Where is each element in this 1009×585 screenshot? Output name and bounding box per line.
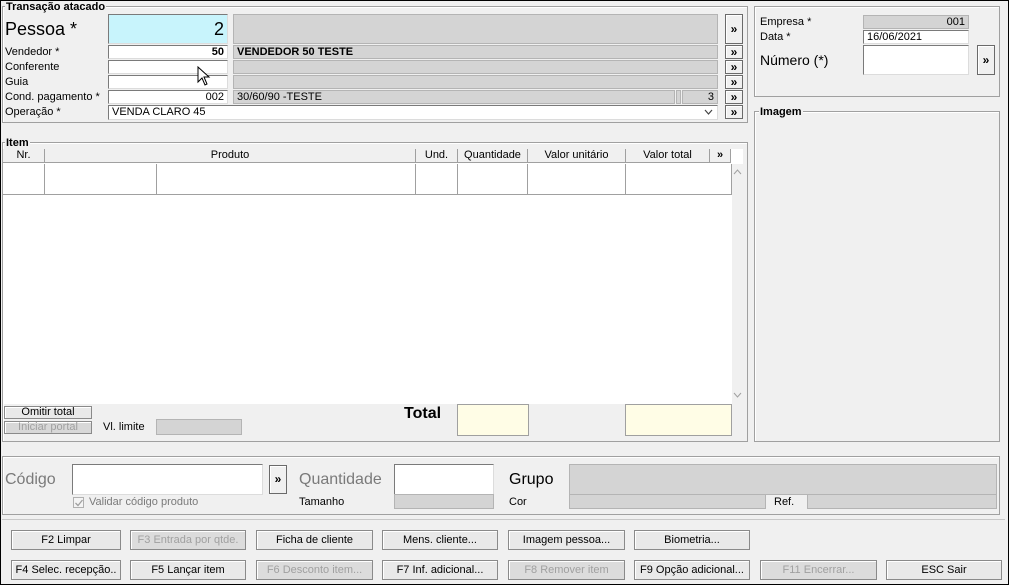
f4-selec-recepcao-button[interactable]: F4 Selec. recepção.. xyxy=(11,560,121,580)
cond-pagamento-code[interactable]: 002 xyxy=(108,90,228,104)
grupo-value xyxy=(569,464,997,495)
operacao-label: Operação * xyxy=(5,106,61,118)
col-produto[interactable]: Produto xyxy=(45,149,416,163)
quantidade-input[interactable] xyxy=(394,464,494,495)
scroll-up-icon[interactable] xyxy=(733,169,742,175)
f7-inf-adicional-button[interactable]: F7 Inf. adicional... xyxy=(382,560,498,580)
data-label: Data * xyxy=(760,31,791,43)
vertical-scrollbar[interactable] xyxy=(732,164,743,404)
conferente-more-button[interactable]: » xyxy=(725,60,743,74)
cell-nr[interactable] xyxy=(3,164,45,195)
guia-label: Guia xyxy=(5,76,29,88)
numero-input[interactable] xyxy=(863,45,969,75)
pessoa-label: Pessoa * xyxy=(5,19,78,39)
f9-opcao-adicional-button[interactable]: F9 Opção adicional... xyxy=(634,560,750,580)
vendedor-label: Vendedor * xyxy=(5,46,60,58)
biometria-button[interactable]: Biometria... xyxy=(634,530,750,550)
cell-produto-desc[interactable] xyxy=(157,164,416,195)
grupo-label: Grupo xyxy=(509,471,554,488)
cell-quantidade[interactable] xyxy=(458,164,528,195)
total-valor-value xyxy=(625,404,732,436)
total-quantidade-value xyxy=(457,404,529,436)
iniciar-portal-button[interactable]: Iniciar portal xyxy=(4,421,92,434)
vendedor-code[interactable]: 50 xyxy=(108,45,228,59)
f2-limpar-button[interactable]: F2 Limpar xyxy=(11,530,121,550)
cond-pagamento-name: 30/60/90 -TESTE xyxy=(233,90,675,104)
f3-entrada-qtde-button[interactable]: F3 Entrada por qtde. xyxy=(130,530,246,550)
cond-pagamento-label: Cond. pagamento * xyxy=(5,91,100,103)
f11-encerrar-button[interactable]: F11 Encerrar... xyxy=(760,560,877,580)
pessoa-name xyxy=(233,14,718,44)
guia-name xyxy=(233,75,718,89)
esc-sair-button[interactable]: ESC Sair xyxy=(886,560,1002,580)
col-valor-total[interactable]: Valor total xyxy=(626,149,710,163)
col-valor-unitario[interactable]: Valor unitário xyxy=(528,149,626,163)
cond-pagamento-more-button[interactable]: » xyxy=(725,90,743,104)
operacao-more-button[interactable]: » xyxy=(725,105,743,119)
check-icon xyxy=(75,499,84,507)
operacao-value: VENDA CLARO 45 xyxy=(112,106,206,118)
tamanho-label: Tamanho xyxy=(299,496,345,508)
mouse-cursor-icon xyxy=(197,66,211,86)
conferente-name xyxy=(233,60,718,74)
cor-label: Cor xyxy=(509,496,527,508)
codigo-more-button[interactable]: » xyxy=(269,465,287,494)
col-more-button[interactable]: » xyxy=(710,149,731,163)
omitir-total-button[interactable]: Omitir total xyxy=(4,406,92,419)
conferente-label: Conferente xyxy=(5,61,60,73)
col-nr[interactable]: Nr. xyxy=(3,149,45,163)
vendedor-name: VENDEDOR 50 TESTE xyxy=(233,45,718,59)
numero-more-button[interactable]: » xyxy=(977,45,995,75)
operacao-select[interactable]: VENDA CLARO 45 xyxy=(108,105,718,120)
vl-limite-value xyxy=(156,419,242,435)
total-label: Total xyxy=(404,405,442,422)
cor-value xyxy=(569,494,766,509)
ficha-cliente-button[interactable]: Ficha de cliente xyxy=(256,530,373,550)
codigo-label: Código xyxy=(5,471,56,488)
vendedor-more-button[interactable]: » xyxy=(725,45,743,59)
validar-codigo-checkbox[interactable] xyxy=(73,497,84,508)
imagem-group xyxy=(754,111,1000,442)
col-quantidade[interactable]: Quantidade xyxy=(458,149,528,163)
item-grid[interactable]: Nr. Produto Und. Quantidade Valor unitár… xyxy=(3,149,743,404)
f8-remover-item-button[interactable]: F8 Remover item xyxy=(508,560,625,580)
guia-more-button[interactable]: » xyxy=(725,75,743,89)
mens-cliente-button[interactable]: Mens. cliente... xyxy=(382,530,498,550)
cell-produto-code[interactable] xyxy=(45,164,157,195)
imagem-title: Imagem xyxy=(759,106,803,118)
item-title: Item xyxy=(5,137,30,149)
codigo-input[interactable] xyxy=(72,464,263,495)
empresa-value: 001 xyxy=(863,15,969,29)
f5-lancar-item-button[interactable]: F5 Lançar item xyxy=(130,560,246,580)
empresa-label: Empresa * xyxy=(760,16,812,28)
validar-codigo-label: Validar código produto xyxy=(89,496,199,508)
cell-und[interactable] xyxy=(416,164,458,195)
cond-pagamento-parcelas: 3 xyxy=(682,90,718,104)
table-row[interactable] xyxy=(3,164,732,196)
cell-valor-total[interactable] xyxy=(626,164,732,195)
chevron-down-icon xyxy=(704,109,713,115)
pessoa-more-button[interactable]: » xyxy=(725,14,743,44)
pessoa-input[interactable]: 2 xyxy=(108,14,228,44)
f6-desconto-item-button[interactable]: F6 Desconto item... xyxy=(256,560,373,580)
ref-value xyxy=(807,494,997,509)
col-und[interactable]: Und. xyxy=(416,149,458,163)
quantidade-label: Quantidade xyxy=(299,471,382,488)
tamanho-value xyxy=(394,494,494,509)
data-input[interactable]: 16/06/2021 xyxy=(863,30,969,44)
cond-pagamento-separator xyxy=(676,90,681,104)
scroll-down-icon[interactable] xyxy=(733,392,742,398)
numero-label: Número (*) xyxy=(760,52,829,68)
ref-label: Ref. xyxy=(774,496,795,508)
cell-valor-unitario[interactable] xyxy=(528,164,626,195)
transacao-title: Transação atacado xyxy=(5,1,107,13)
vl-limite-label: Vl. limite xyxy=(103,421,145,433)
imagem-pessoa-button[interactable]: Imagem pessoa... xyxy=(508,530,625,550)
